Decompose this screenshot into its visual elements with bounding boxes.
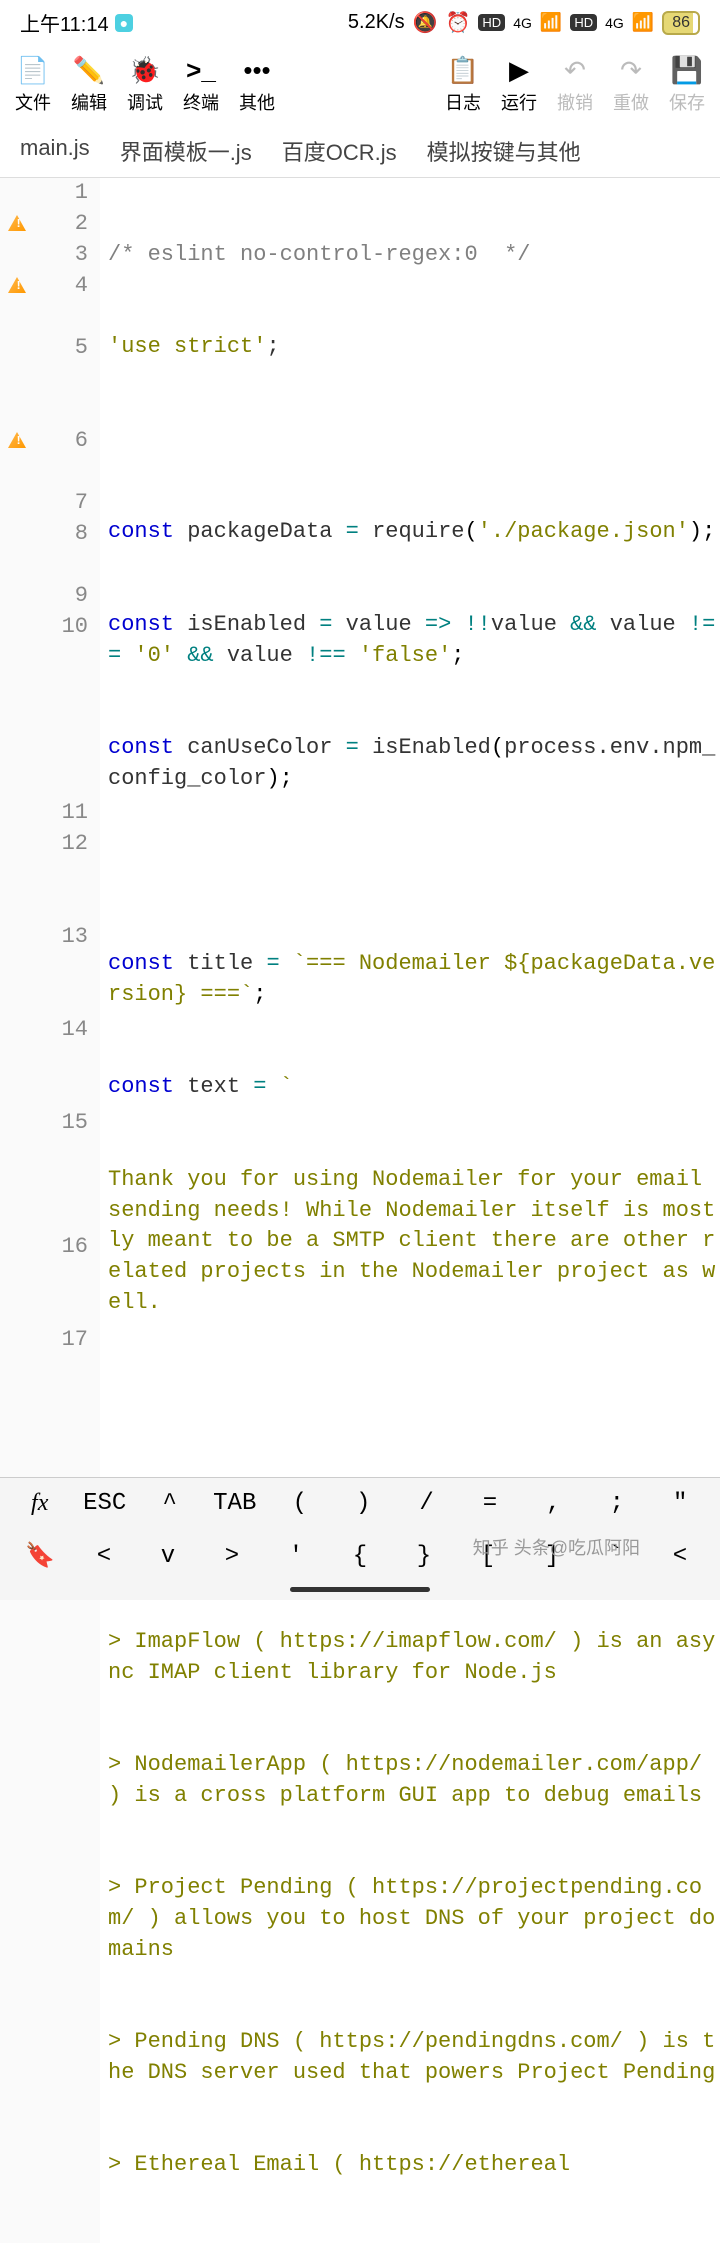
dquote-key[interactable]: " <box>660 1490 700 1517</box>
redo-icon: ↷ <box>620 55 642 85</box>
undo-icon: ↶ <box>564 55 586 85</box>
debug-button[interactable]: 🐞 调试 <box>127 55 163 115</box>
pencil-icon: ✏️ <box>73 55 105 85</box>
status-time: 上午11:14 <box>20 8 109 37</box>
terminal-button[interactable]: >_ 终端 <box>183 55 219 115</box>
battery-indicator: 86 <box>662 11 700 35</box>
semicolon-key[interactable]: ; <box>597 1490 637 1517</box>
toolbar: 📄 文件 ✏️ 编辑 🐞 调试 >_ 终端 ••• 其他 📋 日志 ▶ 运行 <box>0 45 720 120</box>
lt-key[interactable]: < <box>660 1543 700 1570</box>
esc-key[interactable]: ESC <box>83 1490 126 1517</box>
warning-icon <box>8 432 26 448</box>
edit-button[interactable]: ✏️ 编辑 <box>71 55 107 115</box>
network-type-1: 4G <box>513 15 532 31</box>
code-editor[interactable]: 1234567891011121314151617 /* eslint no-c… <box>0 178 720 2243</box>
file-button[interactable]: 📄 文件 <box>15 55 51 115</box>
right-key[interactable]: > <box>212 1543 252 1570</box>
network-speed: 5.2K/s <box>348 11 405 34</box>
line-gutter: 1234567891011121314151617 <box>0 178 100 2243</box>
equals-key[interactable]: = <box>470 1490 510 1517</box>
down-key[interactable]: v <box>148 1543 188 1570</box>
notification-badge: ● <box>115 14 133 32</box>
file-icon: 📄 <box>17 55 49 85</box>
run-button[interactable]: ▶ 运行 <box>501 55 537 115</box>
warning-icon <box>8 277 26 293</box>
tab-main[interactable]: main.js <box>20 135 90 167</box>
hd-badge-1: HD <box>478 14 505 31</box>
network-type-2: 4G <box>605 15 624 31</box>
nav-indicator <box>290 1587 430 1592</box>
caret-key[interactable]: ^ <box>150 1490 190 1517</box>
play-icon: ▶ <box>509 55 529 85</box>
fx-key[interactable]: fx <box>20 1490 60 1517</box>
other-button[interactable]: ••• 其他 <box>239 55 275 115</box>
tab-simulate[interactable]: 模拟按键与其他 <box>427 135 581 167</box>
warning-icon <box>8 215 26 231</box>
tab-template[interactable]: 界面模板一.js <box>120 135 252 167</box>
terminal-icon: >_ <box>186 55 216 85</box>
lparen-key[interactable]: ( <box>280 1490 320 1517</box>
more-icon: ••• <box>243 55 270 85</box>
mute-icon: 🔕 <box>413 10 438 35</box>
undo-button[interactable]: ↶ 撤销 <box>557 55 593 115</box>
bookmark-key[interactable]: 🔖 <box>20 1541 60 1571</box>
save-icon: 💾 <box>671 55 703 85</box>
clipboard-icon: 📋 <box>447 55 479 85</box>
redo-button[interactable]: ↷ 重做 <box>613 55 649 115</box>
watermark: 知乎 头条@吃瓜阿阳 <box>473 1534 640 1560</box>
tab-key[interactable]: TAB <box>213 1490 256 1517</box>
alarm-icon: ⏰ <box>446 10 471 35</box>
squote-key[interactable]: ' <box>276 1543 316 1570</box>
status-bar: 上午11:14 ● 5.2K/s 🔕 ⏰ HD 4G 📶 HD 4G 📶 86 <box>0 0 720 45</box>
rbrace-key[interactable]: } <box>404 1543 444 1570</box>
log-button[interactable]: 📋 日志 <box>445 55 481 115</box>
signal-icon-2: 📶 <box>632 12 654 33</box>
left-key[interactable]: < <box>84 1543 124 1570</box>
hd-badge-2: HD <box>570 14 597 31</box>
tab-ocr[interactable]: 百度OCR.js <box>282 135 397 167</box>
save-button[interactable]: 💾 保存 <box>669 55 705 115</box>
bug-icon: 🐞 <box>129 55 161 85</box>
tabs-bar: main.js 界面模板一.js 百度OCR.js 模拟按键与其他 <box>0 120 720 178</box>
comma-key[interactable]: , <box>533 1490 573 1517</box>
signal-icon-1: 📶 <box>540 12 562 33</box>
key-row-1: fx ESC ^ TAB ( ) / = , ; " <box>0 1478 720 1529</box>
lbrace-key[interactable]: { <box>340 1543 380 1570</box>
slash-key[interactable]: / <box>407 1490 447 1517</box>
code-area[interactable]: /* eslint no-control-regex:0 */ 'use str… <box>100 178 720 2243</box>
rparen-key[interactable]: ) <box>343 1490 383 1517</box>
